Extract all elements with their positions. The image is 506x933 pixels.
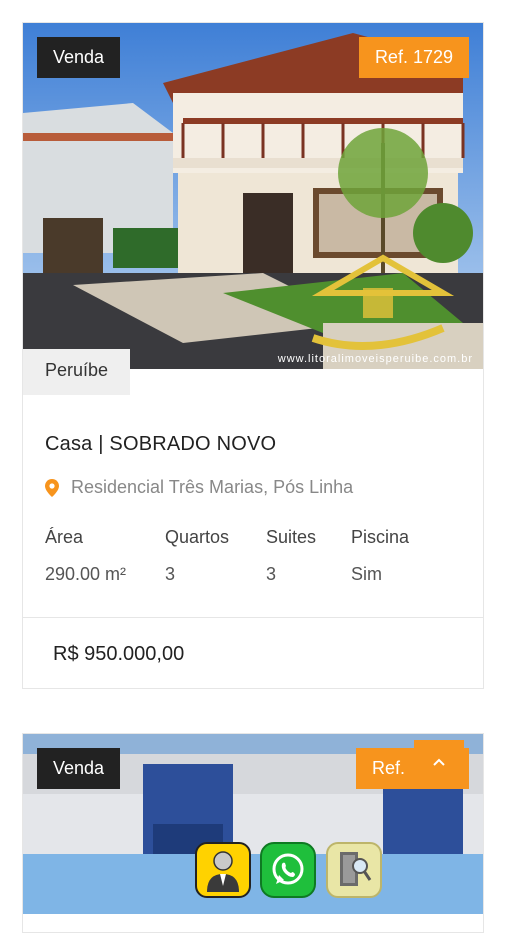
scroll-top-button[interactable] (414, 740, 464, 784)
feature-label: Quartos (165, 527, 230, 547)
reference-badge: Ref. 1729 (358, 37, 469, 78)
feature-label: Suites (266, 527, 317, 547)
listing-title[interactable]: Casa | SOBRADO NOVO (45, 433, 276, 456)
feature-pool: Piscina Sim (351, 527, 409, 585)
feature-value: Sim (351, 564, 382, 584)
feature-bedrooms: Quartos 3 (165, 527, 229, 585)
feature-value: 3 (266, 564, 277, 584)
listing-location: Residencial Três Marias, Pós Linha (45, 477, 353, 498)
listing-card[interactable]: www.litoralimoveisperuibe.com.br Venda R… (22, 22, 484, 689)
map-pin-icon (45, 478, 59, 497)
city-label: Peruíbe (23, 349, 131, 395)
property-search-button[interactable] (326, 842, 382, 898)
chevron-up-icon (433, 758, 445, 766)
card-divider (23, 617, 483, 618)
contact-agent-button[interactable] (195, 842, 251, 898)
feature-label: Área (45, 527, 84, 547)
whatsapp-icon (272, 853, 304, 885)
listing-price: R$ 950.000,00 (53, 643, 185, 665)
whatsapp-button[interactable] (260, 842, 316, 898)
sale-badge: Venda (37, 748, 121, 789)
feature-suites: Suites 3 (266, 527, 316, 585)
feature-area: Área 290.00 m² (45, 527, 126, 585)
feature-value: 290.00 m² (45, 564, 127, 584)
photo-watermark: www.litoralimoveisperuibe.com.br (277, 353, 473, 365)
agent-icon (207, 851, 239, 892)
listing-photo[interactable]: www.litoralimoveisperuibe.com.br Venda R… (23, 23, 483, 369)
sale-badge: Venda (37, 37, 121, 78)
door-search-icon (340, 852, 372, 886)
feature-value: 3 (165, 564, 176, 584)
feature-label: Piscina (351, 527, 410, 547)
location-text: Residencial Três Marias, Pós Linha (71, 477, 354, 497)
